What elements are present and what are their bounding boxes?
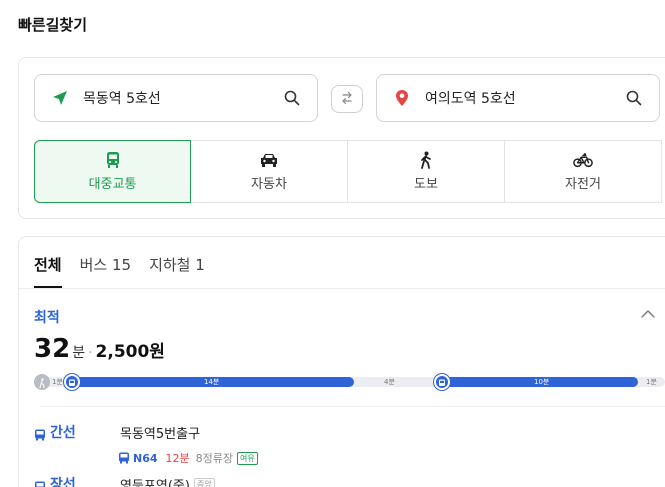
crowding-badge: 여유 [237,451,258,465]
mode-label: 대중교통 [88,177,137,192]
total-fare: 2,500원 [95,342,165,362]
mode-label: 자동차 [251,177,287,192]
timeline-walk-label: 4분 [384,378,395,386]
destination-input[interactable]: 여의도역 5호선 [376,74,660,122]
mode-transit[interactable]: 대중교통 [34,140,191,203]
timeline-walk-label: 1분 [646,378,657,386]
total-time: 32 [34,334,71,364]
mode-bicycle[interactable]: 자전거 [505,140,662,203]
search-icon[interactable] [283,89,301,107]
route-timeline: 1분 14분 4분 10분 1분 [34,374,665,390]
summary-separator: · [88,345,93,361]
page-title: 빠른길찾기 [18,16,88,34]
result-tabs: 전체 버스 15 지하철 1 [34,250,223,288]
bus-icon [34,478,46,487]
transport-mode-tabs: 대중교통 자동차 도보 자전거 [34,140,665,203]
timeline-walk-label: 1분 [52,378,63,386]
leg-bus-type: 간선 [50,425,76,441]
time-unit: 분 [72,345,86,361]
walk-icon [38,373,46,392]
stop-badge: 증앙 [193,477,215,487]
timeline-bus-label: 14분 [204,378,220,386]
leg-bus-type: 장선 [50,477,76,487]
walk-node [34,374,50,390]
mode-label: 자전거 [565,177,601,192]
tab-all[interactable]: 전체 [34,250,62,288]
tab-bus[interactable]: 버스 15 [80,250,131,288]
route-leg[interactable]: 간선 목동역5번출구 [34,422,200,442]
best-route-label: 최적 [34,310,60,326]
route-leg[interactable]: 장선 영등포역(중) 증앙 [34,474,215,487]
bicycle-icon [573,151,593,169]
destination-value: 여의도역 5호선 [425,91,516,107]
mode-label: 도보 [414,177,438,192]
bus-icon [68,373,76,392]
timeline-bus-label: 10분 [534,378,550,386]
walk-icon [416,151,436,169]
search-icon[interactable] [625,89,643,107]
tab-subway[interactable]: 지하철 1 [149,250,205,288]
swap-button[interactable] [331,85,363,113]
location-arrow-icon [51,89,69,107]
bus-icon [118,452,130,464]
bus-node [434,374,450,390]
car-icon [259,151,279,169]
origin-value: 목동역 5호선 [83,91,161,107]
bus-node [64,374,80,390]
bus-stop-count: 8정류장 [195,452,233,465]
swap-arrows-icon [340,90,354,109]
detail-divider [40,406,665,407]
bus-arrival-minutes: 12분 [165,452,190,465]
leg-stop-name: 목동역5번출구 [120,426,201,442]
bus-arrival-info[interactable]: N64 12분 8정류장 여유 [118,450,258,466]
mode-car[interactable]: 자동차 [191,140,348,203]
bus-icon [34,426,46,441]
bus-icon [438,373,446,392]
chevron-up-icon[interactable] [640,306,656,320]
bus-icon [103,151,123,169]
tabs-divider [18,288,665,289]
origin-input[interactable]: 목동역 5호선 [34,74,318,122]
leg-stop-name: 영등포역(중) [120,478,190,487]
route-summary: 32 분 · 2,500원 [34,334,165,364]
bus-number: N64 [133,451,158,465]
location-pin-icon [393,89,411,107]
mode-walk[interactable]: 도보 [348,140,505,203]
